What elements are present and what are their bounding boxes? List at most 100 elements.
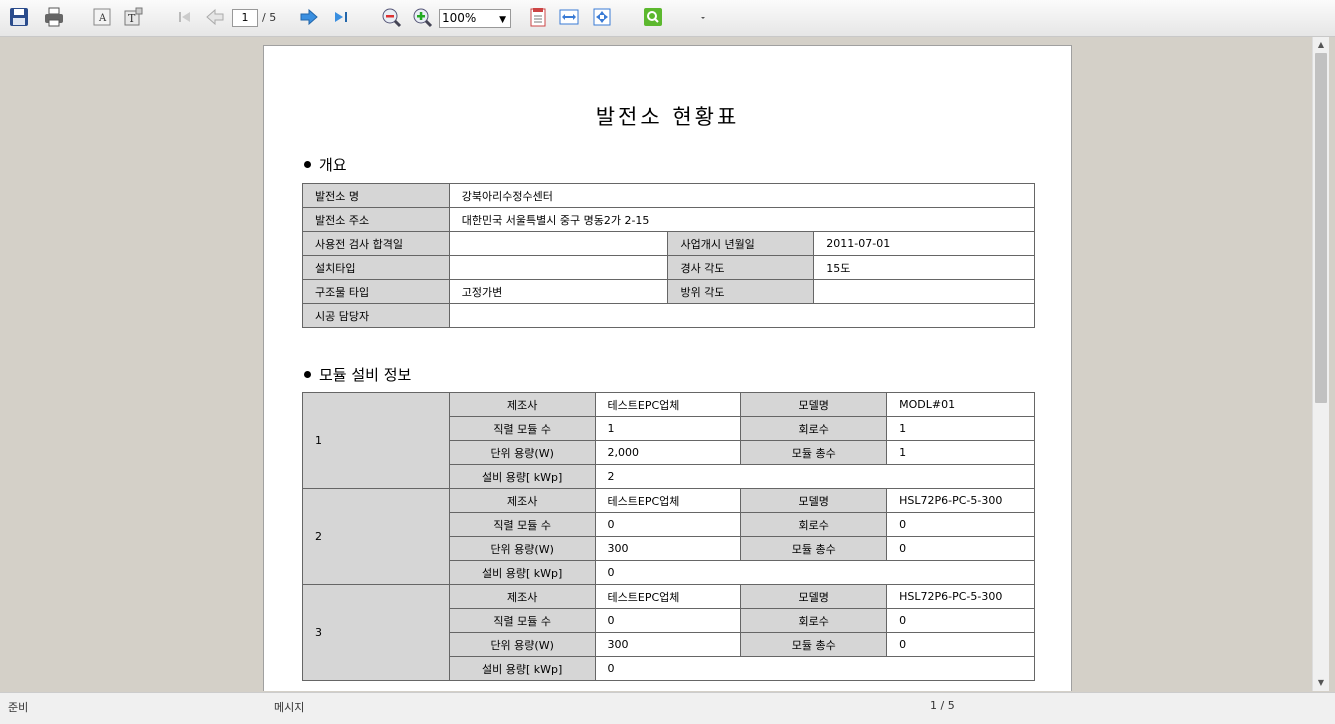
- print-icon[interactable]: [43, 6, 65, 28]
- table-cell-label: 제조사: [448, 392, 596, 417]
- fit-page-icon[interactable]: [591, 6, 613, 28]
- next-page-icon[interactable]: [298, 6, 320, 28]
- table-cell-label: 단위 용량(W): [448, 536, 596, 561]
- table-cell-label: 회로수: [740, 608, 888, 633]
- svg-text:T: T: [128, 12, 136, 25]
- scroll-up-icon[interactable]: ▲: [1313, 37, 1329, 53]
- table-cell-label: 시공 담당자: [302, 303, 450, 328]
- table-cell-label: 설비 용량[ kWp]: [448, 464, 596, 489]
- svg-text:A: A: [98, 13, 107, 24]
- chevron-down-icon: ▼: [499, 15, 506, 25]
- table-cell-value: 0: [594, 608, 742, 633]
- table-cell-value: 0: [886, 512, 1035, 537]
- table-row: 설치타입 경사 각도 15도: [302, 255, 1035, 280]
- table-cell-value: 0: [886, 632, 1035, 657]
- table-cell-label: 구조물 타입: [302, 279, 450, 304]
- search-icon[interactable]: [642, 6, 664, 28]
- table-row: 3 제조사 테스트EPC업체 모델명 HSL72P6-PC-5-300: [302, 584, 1035, 681]
- section-heading-text: 모듈 설비 정보: [319, 366, 412, 384]
- table-row: 2 제조사 테스트EPC업체 모델명 HSL72P6-PC-5-300: [302, 488, 1035, 585]
- table-cell-value: 1: [886, 416, 1035, 441]
- page-number-input[interactable]: 1: [232, 9, 258, 27]
- status-page-indicator: 1 / 5: [930, 699, 955, 712]
- table-cell-value: HSL72P6-PC-5-300: [886, 584, 1035, 609]
- table-cell-value: 2,000: [594, 440, 742, 465]
- table-cell-value: 300: [594, 632, 742, 657]
- zoom-value: 100%: [442, 11, 477, 25]
- table-cell-label: 사업개시 년월일: [667, 231, 815, 256]
- scroll-down-icon[interactable]: ▼: [1313, 675, 1329, 691]
- table-cell-value: 2011-07-01: [813, 231, 1035, 256]
- toolbar-options-chevron-icon[interactable]: [698, 6, 708, 30]
- table-row: 1 제조사 테스트EPC업체 모델명 MODL#01: [302, 392, 1035, 489]
- table-cell-label: 발전소 명: [302, 183, 450, 208]
- table-cell-value: 강북아리수정수센터: [448, 183, 1036, 208]
- page-count-label: / 5: [262, 11, 277, 24]
- font-settings-icon[interactable]: T: [122, 6, 144, 28]
- zoom-in-icon[interactable]: [411, 6, 433, 28]
- table-cell-label: 모델명: [740, 392, 888, 417]
- module-number-cell: 1: [302, 392, 450, 489]
- module-table: 1 제조사 테스트EPC업체 모델명 MODL#01 직렬 모듈 수 1 회로수 1 단위 용량(…: [302, 392, 1036, 681]
- page-setup-icon[interactable]: [527, 6, 549, 28]
- table-cell-value: 0: [594, 560, 1036, 585]
- table-cell-value: 0: [594, 512, 742, 537]
- table-row: 발전소 명 강북아리수정수센터: [302, 183, 1036, 208]
- save-icon[interactable]: [8, 6, 30, 28]
- module-number-cell: 3: [302, 584, 450, 681]
- table-cell-value: 2: [594, 464, 1036, 489]
- table-cell-label: 단위 용량(W): [448, 440, 596, 465]
- status-bar: 준비 메시지 1 / 5: [0, 692, 1335, 724]
- scrollbar-thumb[interactable]: [1315, 53, 1327, 403]
- vertical-scrollbar[interactable]: ▲ ▼: [1312, 37, 1329, 691]
- last-page-icon[interactable]: [330, 6, 352, 28]
- table-cell-value: 고정가변: [448, 279, 669, 304]
- table-cell-value: 테스트EPC업체: [594, 392, 742, 417]
- zoom-select[interactable]: 100% ▼: [439, 9, 511, 28]
- report-page: 발전소 현황표 개요 발전소 명 강북아리수정수센터 발전소 주소 대한민국 서…: [263, 45, 1072, 691]
- page-title: 발전소 현황표: [595, 105, 740, 129]
- table-cell-value: 0: [886, 536, 1035, 561]
- zoom-out-icon[interactable]: [380, 6, 402, 28]
- first-page-icon[interactable]: [174, 6, 196, 28]
- status-state: 준비: [8, 701, 29, 714]
- table-row: 구조물 타입 고정가변 방위 각도: [302, 279, 1035, 304]
- bullet-icon: [304, 161, 311, 168]
- table-cell-value: 1: [594, 416, 742, 441]
- section-heading-overview: 개요: [304, 154, 347, 175]
- table-cell-label: 설치타입: [302, 255, 450, 280]
- table-cell-label: 직렬 모듈 수: [448, 608, 596, 633]
- table-cell-label: 제조사: [448, 488, 596, 513]
- table-row: 사용전 검사 합격일 사업개시 년월일 2011-07-01: [302, 231, 1035, 256]
- module-number-cell: 2: [302, 488, 450, 585]
- table-cell-value: 0: [886, 608, 1035, 633]
- text-export-icon[interactable]: A: [91, 6, 113, 28]
- report-viewer: 발전소 현황표 개요 발전소 명 강북아리수정수센터 발전소 주소 대한민국 서…: [6, 37, 1312, 691]
- table-cell-label: 사용전 검사 합격일: [302, 231, 450, 256]
- toolbar: A T 1 / 5 100% ▼: [0, 0, 1335, 37]
- table-cell-label: 모델명: [740, 488, 888, 513]
- table-cell-value: [448, 303, 1036, 328]
- table-row: 발전소 주소 대한민국 서울특별시 중구 명동2가 2-15: [302, 207, 1036, 232]
- table-cell-value: [448, 255, 669, 280]
- table-cell-label: 설비 용량[ kWp]: [448, 560, 596, 585]
- table-cell-value: 300: [594, 536, 742, 561]
- table-cell-label: 경사 각도: [667, 255, 815, 280]
- table-cell-label: 모델명: [740, 584, 888, 609]
- table-cell-label: 설비 용량[ kWp]: [448, 656, 596, 681]
- fit-width-icon[interactable]: [558, 6, 580, 28]
- table-row: 시공 담당자: [302, 303, 1036, 328]
- previous-page-icon[interactable]: [204, 6, 226, 28]
- section-heading-text: 개요: [319, 156, 347, 174]
- table-cell-label: 직렬 모듈 수: [448, 512, 596, 537]
- table-cell-value: [448, 231, 669, 256]
- status-message: 메시지: [274, 701, 305, 714]
- table-cell-value: 대한민국 서울특별시 중구 명동2가 2-15: [448, 207, 1036, 232]
- table-cell-value: 테스트EPC업체: [594, 584, 742, 609]
- bullet-icon: [304, 371, 311, 378]
- section-heading-modules: 모듈 설비 정보: [304, 364, 411, 385]
- table-cell-value: 15도: [813, 255, 1035, 280]
- table-cell-value: 1: [886, 440, 1035, 465]
- table-cell-label: 직렬 모듈 수: [448, 416, 596, 441]
- table-cell-value: MODL#01: [886, 392, 1035, 417]
